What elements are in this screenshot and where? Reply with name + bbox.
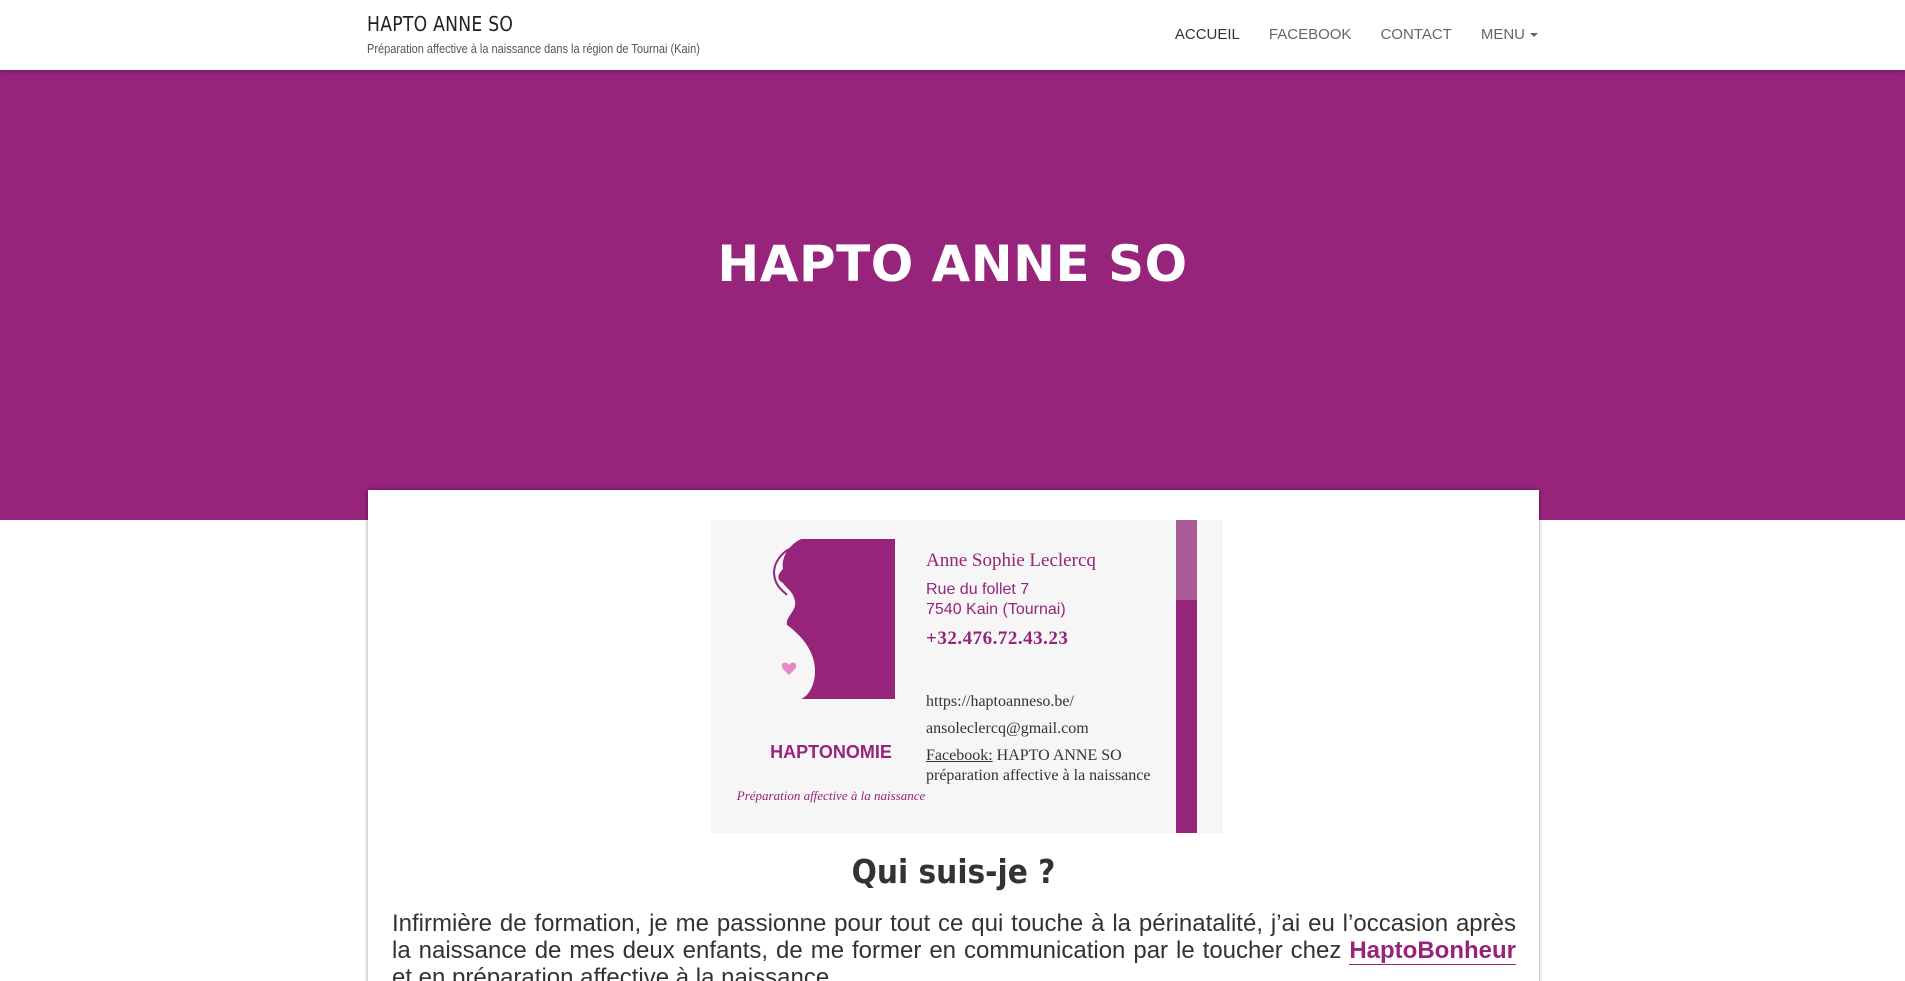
about-text: Infirmière de formation, je me passionne…	[392, 910, 1516, 981]
main-content: HAPTONOMIE Préparation affective à la na…	[368, 490, 1539, 981]
card-facebook: Facebook: HAPTO ANNE SO préparation affe…	[926, 746, 1166, 786]
card-address-line2: 7540 Kain (Tournai)	[926, 601, 1066, 618]
business-card-image: HAPTONOMIE Préparation affective à la na…	[711, 520, 1223, 833]
card-haptonomie-label: HAPTONOMIE	[770, 742, 892, 762]
nav-item-contact[interactable]: CONTACT	[1380, 26, 1451, 43]
about-title: Qui suis-je ?	[851, 852, 1056, 891]
site-tagline: Préparation affective à la naissance dan…	[367, 42, 700, 56]
about-text-part2: et en préparation affective à la naissan…	[392, 964, 836, 981]
card-website: https://haptoanneso.be/	[926, 693, 1074, 710]
caret-down-icon	[1530, 33, 1538, 38]
card-phone: +32.476.72.43.23	[926, 628, 1069, 649]
hero-banner: HAPTO ANNE SO	[0, 70, 1905, 520]
brand[interactable]: HAPTO ANNE SO Préparation affective à la…	[367, 12, 745, 56]
hero-title: HAPTO ANNE SO	[717, 235, 1188, 293]
nav-item-facebook[interactable]: FACEBOOK	[1269, 26, 1352, 43]
main-nav: ACCUEIL FACEBOOK CONTACT MENU	[1146, 26, 1538, 43]
card-email: ansoleclercq@gmail.com	[926, 720, 1089, 737]
site-header: HAPTO ANNE SO Préparation affective à la…	[0, 0, 1905, 70]
about-text-part1: Infirmière de formation, je me passionne…	[392, 910, 1516, 964]
card-contact-block: Anne Sophie Leclercq Rue du follet 7 754…	[926, 550, 1166, 650]
nav-item-menu[interactable]: MENU	[1481, 26, 1538, 43]
haptobonheur-link[interactable]: HaptoBonheur	[1349, 937, 1516, 965]
nav-item-menu-label: MENU	[1480, 26, 1525, 43]
nav-item-accueil[interactable]: ACCUEIL	[1175, 26, 1240, 43]
card-address-line1: Rue du follet 7	[926, 581, 1030, 598]
card-logo-subtitle: Préparation affective à la naissance	[736, 788, 926, 803]
card-address: Rue du follet 7 7540 Kain (Tournai)	[926, 580, 1166, 620]
card-online-info: https://haptoanneso.be/ ansoleclercq@gma…	[926, 692, 1166, 793]
card-facebook-label: Facebook:	[926, 747, 993, 764]
pregnant-silhouette-icon	[761, 539, 815, 699]
site-title[interactable]: HAPTO ANNE SO	[367, 12, 692, 36]
card-side-bar-accent	[1176, 520, 1197, 600]
pregnant-silhouette-logo	[761, 539, 895, 699]
card-name: Anne Sophie Leclercq	[926, 550, 1096, 571]
